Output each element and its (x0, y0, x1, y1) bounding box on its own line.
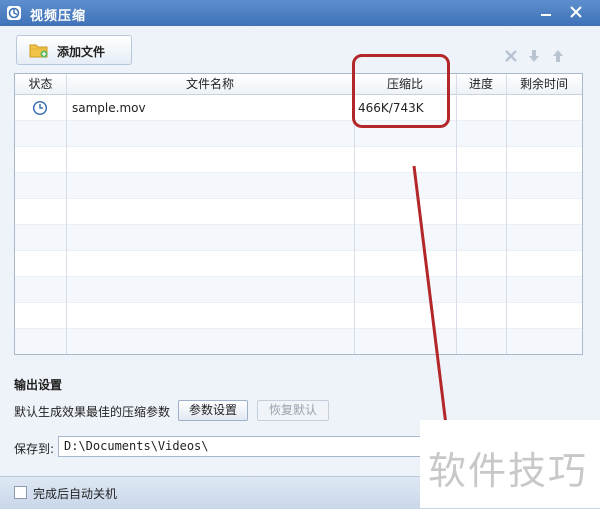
watermark-text: 软件技巧 (428, 449, 589, 493)
